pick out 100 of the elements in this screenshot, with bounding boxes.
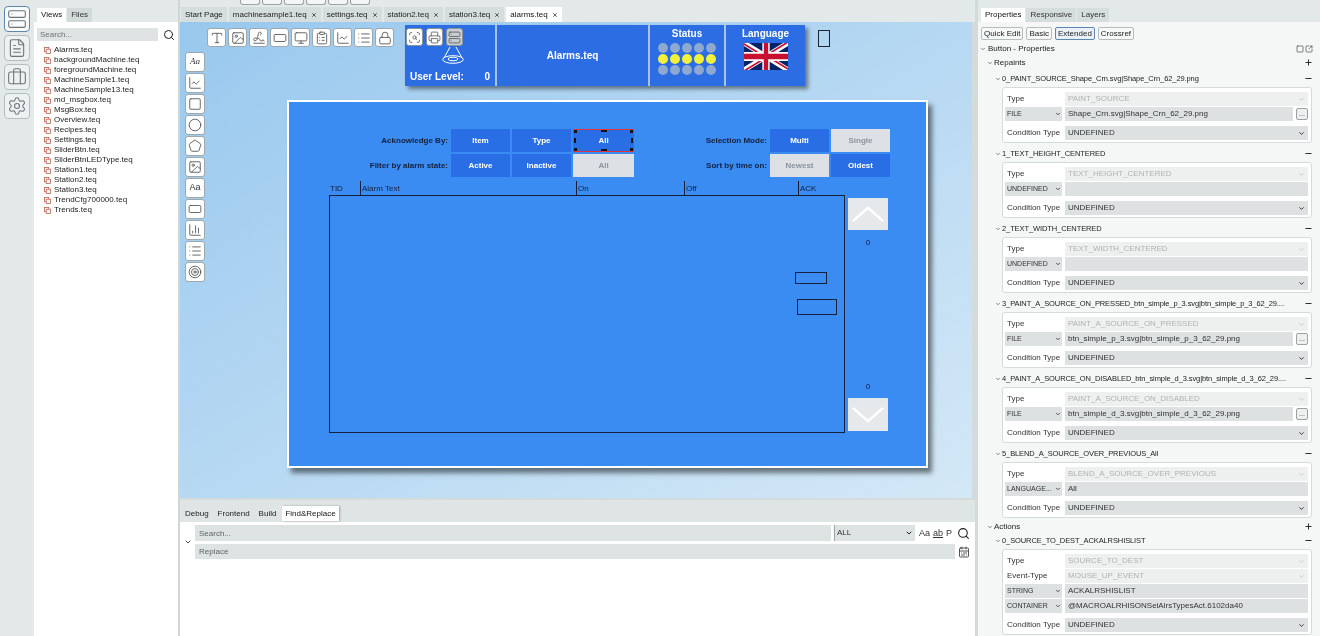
- search-option[interactable]: P: [946, 527, 952, 539]
- tool-button[interactable]: [291, 28, 310, 47]
- tool-button[interactable]: [185, 262, 205, 282]
- condition-dropdown[interactable]: UNDEFINED: [1065, 426, 1308, 440]
- sidebar-button[interactable]: [4, 6, 30, 32]
- tool-button[interactable]: [185, 115, 205, 135]
- mode-button[interactable]: Basic: [1026, 27, 1053, 40]
- panel-tab[interactable]: Responsive: [1026, 8, 1077, 22]
- editor-tab[interactable]: station2.teq: [383, 7, 443, 22]
- file-name[interactable]: Recipes.teq: [54, 125, 97, 135]
- tool-button[interactable]: [185, 136, 205, 156]
- close-icon[interactable]: [371, 11, 378, 18]
- file-name[interactable]: backgroundMachine.teq: [54, 55, 140, 65]
- file-name[interactable]: MachineSample13.teq: [54, 85, 134, 95]
- tool-button[interactable]: [333, 28, 352, 47]
- file-name[interactable]: md_msgbox.teq: [54, 95, 111, 105]
- option-button[interactable]: Multi: [770, 129, 829, 152]
- chevron-down-icon[interactable]: [183, 538, 192, 546]
- file-name[interactable]: SliderBtnLEDType.teq: [54, 155, 133, 165]
- tree-node[interactable]: Actions: [994, 520, 1021, 533]
- replace-field[interactable]: Replace: [195, 544, 955, 559]
- file-name[interactable]: Trends.teq: [54, 205, 92, 215]
- toolbar-button[interactable]: [262, 0, 282, 5]
- condition-dropdown[interactable]: UNDEFINED: [1065, 501, 1308, 515]
- panel-tab[interactable]: Find&Replace: [282, 506, 339, 521]
- file-name[interactable]: MsgBox.teq: [54, 105, 97, 115]
- condition-dropdown[interactable]: UNDEFINED: [1065, 618, 1308, 632]
- value-field[interactable]: [1065, 182, 1308, 196]
- tool-button[interactable]: [185, 199, 205, 219]
- tool-button[interactable]: [185, 73, 205, 93]
- panel-tab[interactable]: Layers: [1077, 8, 1110, 22]
- editor-tab[interactable]: settings.teq: [322, 7, 382, 22]
- file-name[interactable]: foregroundMachine.teq: [54, 65, 137, 75]
- panel-tab[interactable]: Build: [255, 506, 280, 521]
- tool-button[interactable]: [185, 220, 205, 240]
- close-icon[interactable]: [310, 11, 317, 18]
- toolbar-button[interactable]: [240, 0, 260, 5]
- editor-tab[interactable]: machinesample1.teq: [228, 7, 321, 22]
- toolbar-button[interactable]: [350, 0, 370, 5]
- value-field[interactable]: ACKALRSHISLIST: [1065, 584, 1308, 598]
- value-field[interactable]: btn_simple_d_3.svg|btn_simple_d_3_62_29.png: [1065, 407, 1293, 421]
- option-button[interactable]: Active: [451, 154, 510, 177]
- close-icon[interactable]: [432, 11, 439, 18]
- condition-dropdown[interactable]: UNDEFINED: [1065, 276, 1308, 290]
- close-icon[interactable]: [494, 11, 501, 18]
- file-name[interactable]: MachineSample1.teq: [54, 75, 130, 85]
- sidebar-button[interactable]: [4, 64, 30, 90]
- file-name[interactable]: Alarms.teq: [54, 45, 93, 55]
- tool-button[interactable]: [185, 241, 205, 261]
- file-name[interactable]: Overview.teq: [54, 115, 101, 125]
- value-field[interactable]: btn_simple_p_3.svg|btn_simple_p_3_62_29.png: [1065, 332, 1293, 346]
- tool-button[interactable]: [354, 28, 373, 47]
- panel-tab[interactable]: Files: [67, 8, 93, 22]
- panel-tab[interactable]: Debug: [182, 506, 212, 521]
- tool-button[interactable]: [270, 28, 289, 47]
- scope-dropdown[interactable]: ALL: [833, 525, 915, 541]
- toolbar-button[interactable]: [284, 0, 304, 5]
- square-arrow-icon[interactable]: [1305, 44, 1313, 53]
- file-name[interactable]: Station3.teq: [54, 185, 97, 195]
- mode-button[interactable]: Extended: [1055, 27, 1095, 40]
- condition-dropdown[interactable]: UNDEFINED: [1065, 201, 1308, 215]
- plus-icon[interactable]: [1304, 58, 1313, 67]
- sidebar-button[interactable]: [4, 35, 30, 61]
- option-button[interactable]: All: [573, 129, 634, 152]
- tool-button[interactable]: [375, 28, 394, 47]
- mode-button[interactable]: Crossref: [1097, 27, 1135, 40]
- search-icon[interactable]: [957, 526, 970, 540]
- tree-node[interactable]: Button - Properties: [988, 42, 1055, 55]
- sidebar-button[interactable]: [4, 93, 30, 119]
- calendar-icon[interactable]: [958, 545, 970, 558]
- file-name[interactable]: Station1.teq: [54, 165, 97, 175]
- file-name[interactable]: Settings.teq: [54, 135, 97, 145]
- option-button[interactable]: Item: [451, 129, 510, 152]
- value-field[interactable]: [1065, 257, 1308, 271]
- toolbar-button[interactable]: [306, 0, 326, 5]
- value-field[interactable]: @MACROALRHISONSelAlrsTypesAct.6102da40: [1065, 599, 1308, 613]
- tool-button[interactable]: [207, 28, 226, 47]
- value-field[interactable]: All: [1065, 482, 1308, 496]
- option-button[interactable]: Type: [512, 129, 571, 152]
- panel-tab[interactable]: Views: [37, 8, 67, 22]
- search-field[interactable]: Search...: [37, 28, 158, 41]
- plus-icon[interactable]: [1304, 522, 1313, 531]
- editor-tab[interactable]: Start Page: [181, 7, 227, 22]
- panel-tab[interactable]: Frontend: [214, 506, 253, 521]
- mode-button[interactable]: Quick Edit: [981, 27, 1024, 40]
- option-button[interactable]: Oldest: [831, 154, 890, 177]
- tool-button[interactable]: [185, 157, 205, 177]
- search-option[interactable]: Aa: [918, 527, 930, 539]
- tool-button[interactable]: [228, 28, 247, 47]
- tool-button[interactable]: [249, 28, 268, 47]
- value-field[interactable]: Shape_Crn.svg|Shape_Crn_62_29.png: [1065, 107, 1293, 121]
- close-icon[interactable]: [551, 11, 558, 18]
- editor-tab[interactable]: station3.teq: [444, 7, 505, 22]
- condition-dropdown[interactable]: UNDEFINED: [1065, 126, 1308, 140]
- panel-tab[interactable]: Properties: [981, 8, 1026, 22]
- option-button[interactable]: Inactive: [512, 154, 571, 177]
- tool-button[interactable]: [312, 28, 331, 47]
- tool-button[interactable]: Aa: [185, 52, 205, 72]
- tree-node[interactable]: Repaints: [994, 56, 1026, 69]
- square-icon[interactable]: [1296, 44, 1304, 53]
